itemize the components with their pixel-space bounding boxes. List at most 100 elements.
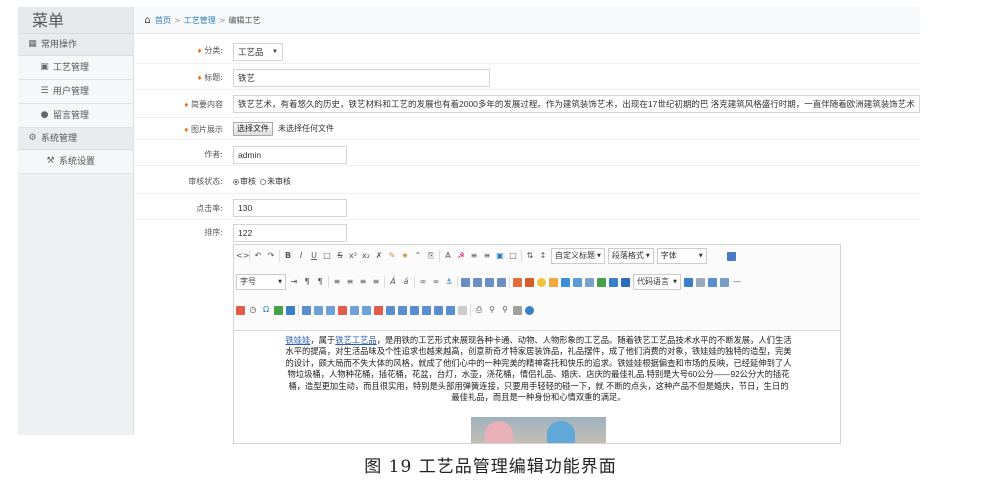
underline-icon[interactable]: U bbox=[309, 251, 319, 261]
unordered-list-icon[interactable]: ≡ bbox=[482, 251, 492, 261]
insert-frame-icon[interactable] bbox=[621, 277, 630, 287]
sidebar-item-settings[interactable]: ⚒ 系统设置 bbox=[18, 150, 133, 174]
bold-icon[interactable]: B bbox=[283, 251, 293, 261]
help-icon[interactable] bbox=[525, 305, 534, 315]
align-justify-icon[interactable]: ≡ bbox=[332, 277, 342, 287]
insert-video-icon[interactable] bbox=[561, 277, 570, 287]
split-rows-icon[interactable] bbox=[434, 305, 443, 315]
undo-icon[interactable]: ↶ bbox=[253, 251, 263, 261]
emotion-icon[interactable] bbox=[537, 277, 546, 287]
image-right-icon[interactable] bbox=[485, 277, 494, 287]
rich-text-editor[interactable]: <> ↶ ↷ B I U □ S x² x₂ ✗ ✎ ★ “ ⎘ A ☭ ≡ ≡… bbox=[233, 244, 841, 444]
page-break-icon[interactable] bbox=[684, 277, 693, 287]
template-icon[interactable] bbox=[696, 277, 705, 287]
radio-icon[interactable] bbox=[233, 178, 239, 185]
status-pending-option[interactable]: 未审核 bbox=[260, 176, 291, 187]
snapscreen-icon[interactable] bbox=[274, 305, 283, 315]
code-language-select[interactable]: 代码语言 ▼ bbox=[633, 274, 681, 290]
status-approved-option[interactable]: 审核 bbox=[233, 176, 256, 187]
align-right-icon[interactable]: ≡ bbox=[371, 277, 381, 287]
attachment-icon[interactable] bbox=[585, 277, 594, 287]
preview-icon[interactable]: ⚲ bbox=[487, 305, 497, 315]
anchor-icon[interactable]: ⚓ bbox=[444, 277, 454, 287]
unlink-icon[interactable]: ∞ bbox=[431, 277, 441, 287]
touppercase-icon[interactable]: Á bbox=[388, 277, 398, 287]
italic-icon[interactable]: I bbox=[296, 251, 306, 261]
background-icon[interactable] bbox=[708, 277, 717, 287]
delete-row-icon[interactable] bbox=[350, 305, 359, 315]
category-select[interactable]: 工艺品 ▼ bbox=[233, 43, 283, 61]
print-icon[interactable]: ⎙ bbox=[474, 305, 484, 315]
ordered-list-icon[interactable]: ≡ bbox=[469, 251, 479, 261]
insert-col-icon[interactable] bbox=[362, 305, 371, 315]
hits-input[interactable]: 130 bbox=[233, 199, 347, 217]
image-center-icon[interactable] bbox=[497, 277, 506, 287]
blockquote-icon[interactable]: “ bbox=[413, 251, 423, 261]
subscript-icon[interactable]: x₂ bbox=[361, 251, 371, 261]
breadcrumb-home[interactable]: 首页 bbox=[155, 15, 171, 26]
autotypeset-icon[interactable]: ★ bbox=[400, 251, 410, 261]
indent-icon[interactable]: ⇥ bbox=[289, 277, 299, 287]
keyword-link[interactable]: 铁娃娃 bbox=[285, 335, 310, 345]
horizontal-rule-icon[interactable] bbox=[720, 277, 729, 287]
forecolor-icon[interactable]: A bbox=[443, 251, 453, 261]
align-left-icon[interactable]: ≡ bbox=[345, 277, 355, 287]
clear-doc-icon[interactable]: □ bbox=[508, 251, 518, 261]
strikethrough-icon[interactable]: S bbox=[335, 251, 345, 261]
fontsize-color-icon[interactable] bbox=[726, 251, 736, 261]
sidebar-item-messages[interactable]: ● 留言管理 bbox=[18, 104, 133, 128]
insert-row-icon[interactable] bbox=[338, 305, 347, 315]
keyword-link[interactable]: 铁艺工艺品 bbox=[335, 335, 377, 345]
align-center-icon[interactable]: ≡ bbox=[358, 277, 368, 287]
date-icon[interactable] bbox=[236, 305, 245, 315]
superscript-icon[interactable]: x² bbox=[348, 251, 358, 261]
format-brush-icon[interactable]: ✎ bbox=[387, 251, 397, 261]
paragraph-select[interactable]: 段落格式 ▼ bbox=[607, 248, 654, 264]
sidebar-group-common[interactable]: ▦ 常用操作 bbox=[18, 34, 133, 56]
paragraph-spacing-icon[interactable]: ↕ bbox=[538, 251, 548, 261]
source-code-icon[interactable]: <> bbox=[236, 251, 249, 261]
direction-ltr-icon[interactable]: ¶ bbox=[302, 277, 312, 287]
merge-right-icon[interactable] bbox=[398, 305, 407, 315]
split-cells-icon[interactable] bbox=[422, 305, 431, 315]
merge-cells-icon[interactable] bbox=[386, 305, 395, 315]
music-icon[interactable] bbox=[573, 277, 582, 287]
merge-down-icon[interactable] bbox=[410, 305, 419, 315]
select-all-icon[interactable]: ▣ bbox=[495, 251, 505, 261]
search-replace-icon[interactable]: ⚲ bbox=[500, 305, 510, 315]
fontborder-icon[interactable]: □ bbox=[322, 251, 332, 261]
direction-rtl-icon[interactable]: ¶ bbox=[315, 277, 325, 287]
scrawl-icon[interactable] bbox=[549, 277, 558, 287]
link-icon[interactable]: ∞ bbox=[418, 277, 428, 287]
format-clear-icon[interactable]: ✗ bbox=[374, 251, 384, 261]
time-icon[interactable]: ◷ bbox=[248, 305, 258, 315]
charts-icon[interactable] bbox=[458, 305, 467, 315]
editor-content[interactable]: 铁娃娃，属于铁艺工艺品，是用铁的工艺形式来展现各种卡通、动物、人物形象的工艺品。… bbox=[234, 331, 840, 403]
image-none-icon[interactable] bbox=[461, 277, 470, 287]
rowspacing-icon[interactable]: ⇅ bbox=[525, 251, 535, 261]
content-image[interactable] bbox=[471, 417, 606, 443]
choose-file-button[interactable]: 选择文件 bbox=[233, 122, 273, 136]
order-input[interactable]: 122 bbox=[233, 224, 347, 242]
font-family-select[interactable]: 字体 ▼ bbox=[656, 248, 707, 264]
gmap-icon[interactable] bbox=[609, 277, 618, 287]
tolowercase-icon[interactable]: á bbox=[401, 277, 411, 287]
delete-col-icon[interactable] bbox=[374, 305, 383, 315]
backcolor-icon[interactable]: ☭ bbox=[456, 251, 466, 261]
redo-icon[interactable]: ↷ bbox=[266, 251, 276, 261]
insert-paragraph-before-table-icon[interactable] bbox=[326, 305, 335, 315]
simple-upload-icon[interactable] bbox=[513, 277, 522, 287]
custom-title-select[interactable]: 自定义标题 ▼ bbox=[551, 248, 605, 264]
drafts-icon[interactable] bbox=[513, 305, 522, 315]
split-cols-icon[interactable] bbox=[446, 305, 455, 315]
insert-image-icon[interactable] bbox=[525, 277, 534, 287]
sidebar-item-craft[interactable]: ▣ 工艺管理 bbox=[18, 56, 133, 80]
delete-table-icon[interactable] bbox=[314, 305, 323, 315]
pasteplain-icon[interactable]: ⎘ bbox=[426, 251, 436, 261]
breadcrumb-section[interactable]: 工艺管理 bbox=[184, 15, 216, 26]
image-left-icon[interactable] bbox=[473, 277, 482, 287]
insert-table-icon[interactable] bbox=[302, 305, 311, 315]
map-icon[interactable] bbox=[597, 277, 606, 287]
font-size-select[interactable]: 字号 ▼ bbox=[236, 274, 286, 290]
sidebar-group-system[interactable]: ⚙ 系统管理 bbox=[18, 128, 133, 150]
